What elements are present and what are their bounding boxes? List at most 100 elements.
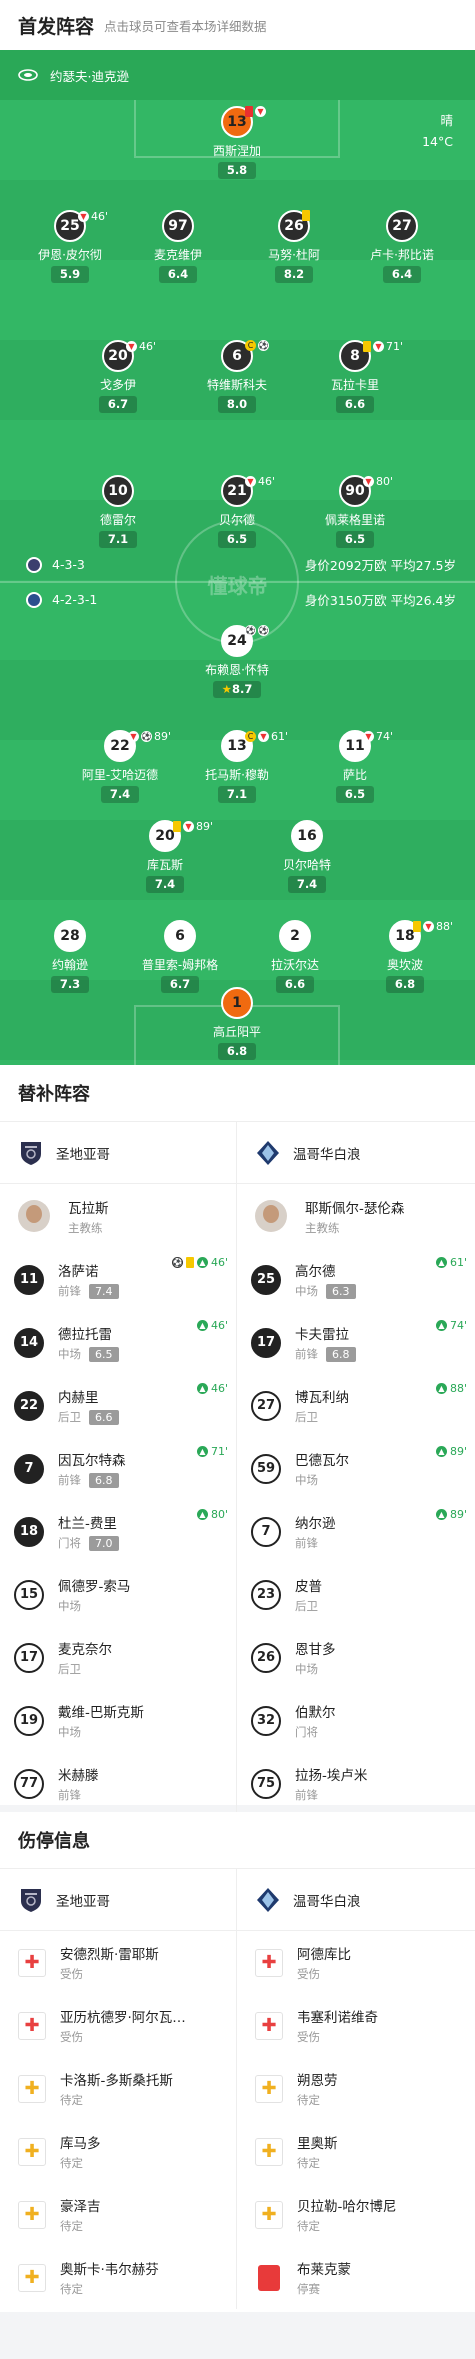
- player-position: 前锋: [295, 1347, 318, 1361]
- away-player-24[interactable]: 24 ⚽ ⚽ 布赖恩·怀特 ★8.7: [187, 625, 287, 698]
- sub-in-icon: ▲: [435, 1509, 447, 1520]
- sub-player-14[interactable]: 14 德拉托雷 中场 6.5 ▲ 46': [0, 1311, 236, 1374]
- home-coach-name: 瓦拉斯: [68, 1200, 109, 1217]
- goal-ball-icon: ⚽: [171, 1257, 183, 1268]
- player-name: 卢卡·邦比诺: [370, 248, 434, 262]
- injury-row[interactable]: ✚ 阿德库比 受伤: [237, 1931, 475, 1994]
- sub-player-75[interactable]: 75 拉扬-埃卢米 前锋: [237, 1752, 475, 1815]
- away-player-1[interactable]: 1 高丘阳平 6.8: [187, 987, 287, 1060]
- away-player-11[interactable]: 11 ▼ 74' 萨比 6.5: [305, 730, 405, 803]
- injury-row[interactable]: ✚ 朔恩劳 待定: [237, 2057, 475, 2120]
- home-player-20[interactable]: 20 ▼ 46' 戈多伊 6.7: [68, 340, 168, 413]
- player-number: 17: [251, 1327, 281, 1358]
- sub-player-27[interactable]: 27 博瓦利纳 后卫 ▲ 88': [237, 1374, 475, 1437]
- player-rating: 6.3: [326, 1283, 356, 1299]
- away-player-2[interactable]: 2 拉沃尔达 6.6: [245, 920, 345, 993]
- sub-player-17[interactable]: 17 麦克奈尔 后卫: [0, 1626, 236, 1689]
- injury-row[interactable]: ✚ 亚历杭德罗·阿尔瓦… 受伤: [0, 1994, 236, 2057]
- weather-condition: 晴: [440, 113, 453, 128]
- home-player-27[interactable]: 27 卢卡·邦比诺 6.4: [352, 210, 452, 283]
- event-time: 61': [271, 730, 289, 743]
- away-player-20[interactable]: 20 ▼ 89' 库瓦斯 7.4: [115, 820, 215, 893]
- player-number: 1: [221, 987, 253, 1019]
- sub-event: ▲ 74': [435, 1319, 467, 1332]
- sub-player-19[interactable]: 19 戴维-巴斯克斯 中场: [0, 1689, 236, 1752]
- home-player-6[interactable]: 6 C ⚽ 特维斯科夫 8.0: [187, 340, 287, 413]
- sub-player-25[interactable]: 25 高尔德 中场 6.3 ▲ 61': [237, 1248, 475, 1311]
- home-player-10[interactable]: 10 德雷尔 7.1: [68, 475, 168, 548]
- sub-in-icon: ▲: [435, 1257, 447, 1268]
- player-rating: 7.0: [89, 1535, 119, 1551]
- sub-in-icon: ▲: [196, 1383, 208, 1394]
- sub-event: ▲ 89': [435, 1445, 467, 1458]
- sub-player-22[interactable]: 22 内赫里 后卫 6.6 ▲ 46': [0, 1374, 236, 1437]
- player-name: 洛萨诺: [58, 1264, 99, 1280]
- away-player-13[interactable]: 13 C ▼ 61' 托马斯·穆勒 7.1: [187, 730, 289, 803]
- injury-row[interactable]: ✚ 豪泽吉 待定: [0, 2183, 236, 2246]
- home-player-8[interactable]: 8 ▼ 71' 瓦拉卡里 6.6: [305, 340, 405, 413]
- sub-player-59[interactable]: 59 巴德瓦尔 中场 ▲ 89': [237, 1437, 475, 1500]
- away-team-row[interactable]: 温哥华白浪: [237, 1869, 475, 1931]
- away-team-name: 温哥华白浪: [293, 1893, 361, 1910]
- sub-in-icon: ▲: [435, 1383, 447, 1394]
- sub-out-icon: ▼: [245, 476, 256, 487]
- home-team-row[interactable]: 圣地亚哥: [0, 1122, 236, 1184]
- sub-player-18[interactable]: 18 杜兰-费里 门将 7.0 ▲ 80': [0, 1500, 236, 1563]
- sub-player-7[interactable]: 7 纳尔逊 前锋 ▲ 89': [237, 1500, 475, 1563]
- goal-ball-icon: ⚽: [258, 340, 269, 351]
- player-name: 德拉托雷: [58, 1327, 112, 1343]
- home-player-21[interactable]: 21 ▼ 46' 贝尔德 6.5: [187, 475, 287, 548]
- away-coach-row[interactable]: 耶斯佩尔-瑟伦森 主教练: [237, 1184, 475, 1248]
- sub-player-23[interactable]: 23 皮普 后卫: [237, 1563, 475, 1626]
- home-player-13[interactable]: 13 ▼ 西斯涅加 5.8: [187, 106, 287, 179]
- injury-row[interactable]: ✚ 库马多 待定: [0, 2120, 236, 2183]
- yellow-card-icon: [363, 341, 371, 352]
- away-coach-name: 耶斯佩尔-瑟伦森: [305, 1200, 405, 1217]
- away-player-16[interactable]: 16 贝尔哈特 7.4: [257, 820, 357, 893]
- home-player-26[interactable]: 26 马努·杜阿 8.2: [244, 210, 344, 283]
- player-name: 德雷尔: [99, 513, 136, 527]
- home-coach-row[interactable]: 瓦拉斯 主教练: [0, 1184, 236, 1248]
- sub-player-17[interactable]: 17 卡夫雷拉 前锋 6.8 ▲ 74': [237, 1311, 475, 1374]
- home-team-badge-icon: [26, 556, 42, 573]
- player-rating: 5.8: [217, 162, 257, 179]
- player-name: 阿里-艾哈迈德: [81, 768, 159, 782]
- injury-row[interactable]: ✚ 里奥斯 待定: [237, 2120, 475, 2183]
- sub-player-32[interactable]: 32 伯默尔 门将: [237, 1689, 475, 1752]
- injury-row[interactable]: ✚ 奥斯卡·韦尔赫芬 待定: [0, 2246, 236, 2309]
- away-player-22[interactable]: 22 ▼ ⚽ 89' 阿里-艾哈迈德 7.4: [70, 730, 171, 803]
- home-player-90[interactable]: 90 ▼ 80' 佩莱格里诺 6.5: [305, 475, 405, 548]
- away-player-18[interactable]: 18 ▼ 88' 奥坎波 6.8: [355, 920, 455, 993]
- captain-icon: C: [245, 731, 256, 742]
- sub-player-77[interactable]: 77 米赫滕 前锋: [0, 1752, 236, 1815]
- player-position: 中场: [295, 1473, 318, 1487]
- sub-player-11[interactable]: 11 洛萨诺 前锋 7.4 ⚽ ▲ 46': [0, 1248, 236, 1311]
- sub-player-15[interactable]: 15 佩德罗-索马 中场: [0, 1563, 236, 1626]
- home-player-25[interactable]: 25 ▼ 46' 伊恩·皮尔彻 5.9: [20, 210, 120, 283]
- home-player-97[interactable]: 97 麦克维伊 6.4: [128, 210, 228, 283]
- injury-row[interactable]: ✚ 卡洛斯-多斯桑托斯 待定: [0, 2057, 236, 2120]
- player-number: 11: [14, 1264, 44, 1295]
- injury-row[interactable]: ✚ 贝拉勒-哈尔博尼 待定: [237, 2183, 475, 2246]
- sub-out-icon: ▼: [363, 476, 374, 487]
- player-status: 待定: [297, 2156, 320, 2170]
- injury-row[interactable]: 布莱克蒙 停赛: [237, 2246, 475, 2309]
- player-position: 中场: [58, 1725, 81, 1739]
- away-team-row[interactable]: 温哥华白浪: [237, 1122, 475, 1184]
- sub-player-7[interactable]: 7 因瓦尔特森 前锋 6.8 ▲ 71': [0, 1437, 236, 1500]
- player-name: 萨比: [342, 768, 367, 782]
- sub-in-icon: ▲: [196, 1257, 208, 1268]
- player-name: 内赫里: [58, 1390, 99, 1406]
- away-player-28[interactable]: 28 约翰逊 7.3: [20, 920, 120, 993]
- sub-player-26[interactable]: 26 恩甘多 中场: [237, 1626, 475, 1689]
- home-team-row[interactable]: 圣地亚哥: [0, 1869, 236, 1931]
- player-name: 特维斯科夫: [206, 378, 267, 392]
- page-title: 首发阵容: [18, 15, 95, 38]
- away-player-6[interactable]: 6 普里索-姆邦格 6.7: [130, 920, 230, 993]
- stadium-icon: [18, 69, 38, 81]
- injury-row[interactable]: ✚ 韦塞利诺维奇 受伤: [237, 1994, 475, 2057]
- doubtful-cross-icon: ✚: [18, 2074, 46, 2103]
- home-crest-icon: [21, 1141, 41, 1165]
- injury-row[interactable]: ✚ 安德烈斯·雷耶斯 受伤: [0, 1931, 236, 1994]
- player-rating: 6.5: [89, 1346, 119, 1362]
